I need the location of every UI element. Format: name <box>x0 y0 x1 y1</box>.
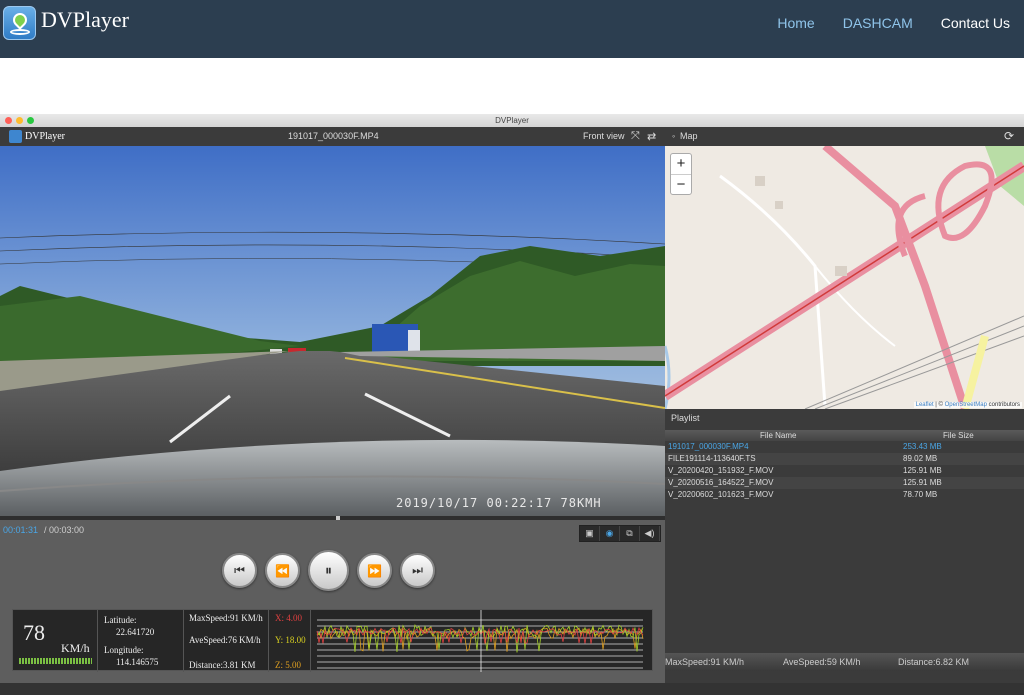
current-file-name: 191017_000030F.MP4 <box>288 131 379 141</box>
next-file-button[interactable]: ⏭ <box>400 553 435 588</box>
map-label: Map <box>680 131 698 141</box>
progress-bar[interactable] <box>0 516 665 520</box>
nav-home[interactable]: Home <box>777 15 814 31</box>
map-header: ◦ Map ⟳ <box>665 127 1024 146</box>
playlist-file-name: V_20200516_164522_F.MOV <box>668 478 774 487</box>
site-nav: Home DASHCAM Contact Us <box>777 15 1010 31</box>
volume-icon[interactable]: ◀) <box>640 526 660 541</box>
fullscreen-icon[interactable]: ⤧ <box>631 130 640 143</box>
column-file-size[interactable]: File Size <box>943 431 974 440</box>
axis-x-value: X: 4.00 <box>275 613 302 623</box>
playlist-file-name: FILE191114-113640F.TS <box>668 454 756 463</box>
playlist-header: File Name File Size <box>665 430 1024 441</box>
gsensor-graph[interactable] <box>313 610 653 672</box>
map-attribution: Leaflet | © OpenStreetMap contributors <box>913 402 1022 408</box>
view-mode-label[interactable]: Front view <box>583 131 625 141</box>
pause-icon: ⏸ <box>325 562 332 578</box>
dvplayer-logo-icon[interactable] <box>3 6 36 40</box>
osm-link[interactable]: OpenStreetMap <box>945 402 987 408</box>
map-zoom-control: + − <box>670 153 692 195</box>
zoom-out-button[interactable]: − <box>671 174 691 194</box>
distance: Distance:3.81 KM <box>189 660 256 670</box>
map-view[interactable]: + − Leaflet | © OpenStreetMap contributo… <box>665 146 1024 409</box>
map-pin-icon: ◦ <box>672 131 676 141</box>
pause-button[interactable]: ⏸ <box>308 550 349 591</box>
nav-dashcam[interactable]: DASHCAM <box>843 15 913 31</box>
rewind-icon: ⏪ <box>275 563 290 578</box>
playlist-file-size: 78.70 MB <box>903 490 938 499</box>
close-window-button[interactable] <box>5 117 12 124</box>
total-time: / 00:03:00 <box>44 525 85 535</box>
playlist-panel: Playlist File Name File Size 191017_0000… <box>665 409 1024 683</box>
fast-forward-button[interactable]: ⏩ <box>357 553 392 588</box>
skip-back-icon: ⏮ <box>234 563 245 577</box>
summary-max-speed: MaxSpeed:91 KM/h <box>665 657 745 667</box>
zoom-window-button[interactable] <box>27 117 34 124</box>
video-tools: ▣ ◉ ⧉ ◀) <box>579 525 661 542</box>
screenshot-icon[interactable]: ▣ <box>580 526 600 541</box>
fast-forward-icon: ⏩ <box>367 563 382 578</box>
latitude-value: 22.641720 <box>116 627 155 637</box>
video-timestamp-overlay: 2019/10/17 00:22:17 78KMH <box>396 496 602 510</box>
rewind-button[interactable]: ⏪ <box>265 553 300 588</box>
skip-forward-icon: ⏭ <box>412 563 423 577</box>
latitude-label: Latitude: <box>104 615 137 625</box>
trip-stats: MaxSpeed:91 KM/h AveSpeed:76 KM/h Distan… <box>184 610 269 672</box>
speed-value: 78 <box>23 620 45 645</box>
window-titlebar: DVPlayer <box>0 114 1024 127</box>
nav-contact-us[interactable]: Contact Us <box>941 15 1010 31</box>
summary-distance: Distance:6.82 KM <box>898 657 970 667</box>
minimize-window-button[interactable] <box>16 117 23 124</box>
playlist-summary: MaxSpeed:91 KM/h AveSpeed:59 KM/h Distan… <box>665 653 1024 671</box>
leaflet-link[interactable]: Leaflet <box>916 402 934 408</box>
gsensor-axes: X: 4.00 Y: 18.00 Z: 5.00 <box>269 610 311 672</box>
ave-speed: AveSpeed:76 KM/h <box>189 635 261 645</box>
playlist-file-name: 191017_000030F.MP4 <box>668 442 749 451</box>
axis-z-value: Z: 5.00 <box>275 660 301 670</box>
zoom-in-button[interactable]: + <box>671 154 691 174</box>
swap-view-icon[interactable]: ⇄ <box>647 130 656 143</box>
playlist-file-size: 89.02 MB <box>903 454 938 463</box>
playlist-file-size: 253.43 MB <box>903 442 942 451</box>
playlist-row[interactable]: FILE191114-113640F.TS 89.02 MB <box>665 453 1024 465</box>
playlist-file-size: 125.91 MB <box>903 466 942 475</box>
site-title[interactable]: DVPlayer <box>41 7 129 33</box>
playlist-row[interactable]: V_20200420_151932_F.MOV 125.91 MB <box>665 465 1024 477</box>
crop-icon[interactable]: ⧉ <box>620 526 640 541</box>
playlist-file-size: 125.91 MB <box>903 478 942 487</box>
summary-ave-speed: AveSpeed:59 KM/h <box>783 657 861 667</box>
app-logo-icon <box>9 130 22 143</box>
speed-bar <box>19 658 92 664</box>
playlist-row[interactable]: V_20200516_164522_F.MOV 125.91 MB <box>665 477 1024 489</box>
column-file-name[interactable]: File Name <box>760 431 796 440</box>
playlist-file-name: V_20200420_151932_F.MOV <box>668 466 774 475</box>
longitude-label: Longitude: <box>104 645 144 655</box>
playlist-row[interactable]: V_20200602_101623_F.MOV 78.70 MB <box>665 489 1024 501</box>
current-time: 00:01:31 <box>3 525 39 535</box>
site-header: DVPlayer Home DASHCAM Contact Us <box>0 0 1024 58</box>
speed-unit: KM/h <box>61 641 90 655</box>
video-frame[interactable] <box>0 146 665 516</box>
speedometer: 78 KM/h <box>13 610 98 672</box>
refresh-icon[interactable]: ⟳ <box>1004 129 1014 143</box>
progress-thumb[interactable] <box>336 516 340 520</box>
gps-coordinates: Latitude: 22.641720 Longitude: 114.14657… <box>98 610 184 672</box>
max-speed: MaxSpeed:91 KM/h <box>189 613 263 623</box>
axis-y-value: Y: 18.00 <box>275 635 306 645</box>
window-bottom-bar <box>0 683 1024 695</box>
longitude-value: 114.146575 <box>116 657 159 667</box>
previous-file-button[interactable]: ⏮ <box>222 553 257 588</box>
app-name: DVPlayer <box>25 131 65 142</box>
window-title: DVPlayer <box>495 116 529 125</box>
video-header: DVPlayer 191017_000030F.MP4 Front view ⤧… <box>0 127 665 146</box>
telemetry-panel: 78 KM/h Latitude: 22.641720 Longitude: 1… <box>12 609 653 672</box>
playlist-title: Playlist <box>671 413 700 423</box>
sync-icon[interactable]: ◉ <box>600 526 620 541</box>
playlist-row[interactable]: 191017_000030F.MP4 253.43 MB <box>665 441 1024 453</box>
playlist-file-name: V_20200602_101623_F.MOV <box>668 490 774 499</box>
